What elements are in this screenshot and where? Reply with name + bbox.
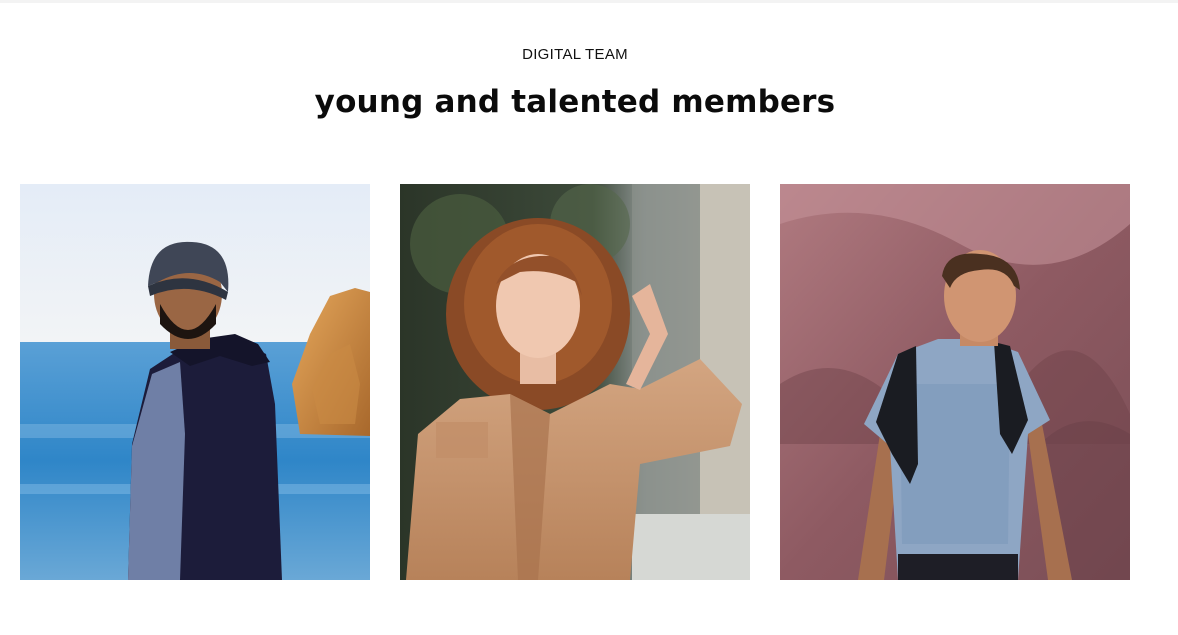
team-member-card[interactable] — [20, 184, 370, 580]
section-eyebrow: DIGITAL TEAM — [522, 46, 628, 63]
section-heading: young and talented members — [314, 84, 836, 120]
team-member-card[interactable] — [780, 184, 1130, 580]
member-photo — [400, 184, 750, 580]
member-photo — [780, 184, 1130, 580]
top-divider — [0, 0, 1178, 3]
team-member-card[interactable] — [400, 184, 750, 580]
member-photo — [20, 184, 370, 580]
